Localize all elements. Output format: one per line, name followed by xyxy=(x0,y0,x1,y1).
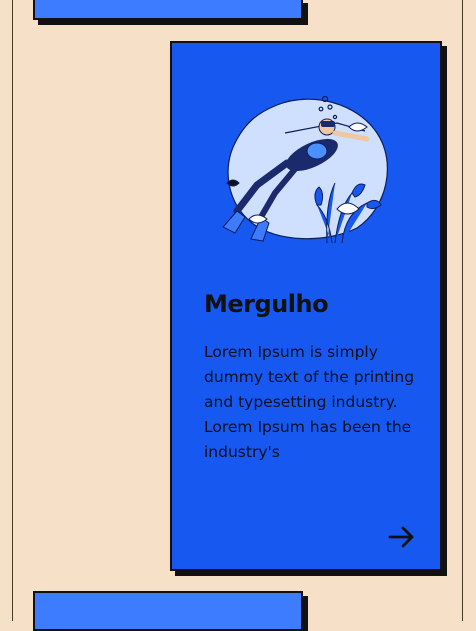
next-card-edge[interactable] xyxy=(33,591,303,631)
left-divider xyxy=(12,0,13,621)
arrow-button[interactable] xyxy=(386,523,418,551)
right-divider xyxy=(462,0,463,621)
activity-card[interactable]: Mergulho Lorem Ipsum is simply dummy tex… xyxy=(170,41,442,571)
scuba-diver-illustration xyxy=(222,95,388,244)
previous-card-edge[interactable] xyxy=(33,0,303,20)
card-description: Lorem Ipsum is simply dummy text of the … xyxy=(204,343,415,461)
card-title: Mergulho xyxy=(204,290,329,318)
arrow-right-icon xyxy=(388,526,414,548)
